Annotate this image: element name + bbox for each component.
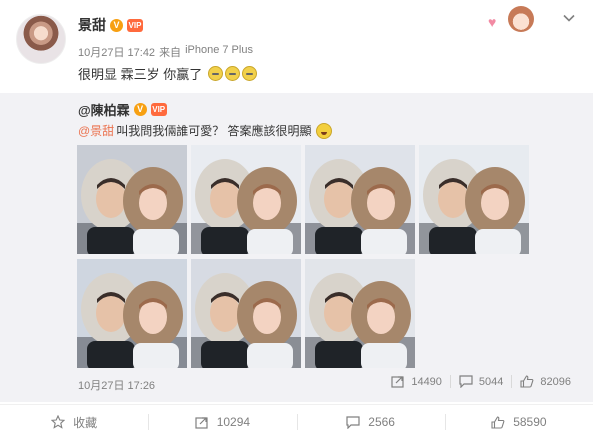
verified-icon[interactable]: V (133, 103, 147, 116)
repost-count: 10294 (216, 415, 251, 429)
repost-comment-count: 5044 (478, 375, 504, 388)
photo-thumbnail[interactable] (305, 145, 415, 254)
repost-button[interactable]: 10294 (148, 405, 296, 439)
laughing-emoji-icon (315, 122, 332, 139)
comment-icon (346, 415, 360, 429)
repost-author-row: @陳柏霖 V VIP (78, 100, 167, 119)
post-text: 很明显 霖三岁 你赢了 (78, 67, 203, 82)
post-meta: 10月27日 17:42 来自 iPhone 7 Plus (78, 44, 253, 60)
emoji-icon (225, 66, 241, 81)
photo-thumbnail[interactable] (419, 145, 529, 254)
like-count: 58590 (513, 415, 547, 429)
repost-actions: 14490 5044 82096 (383, 375, 579, 388)
comment-button[interactable]: 2566 (296, 405, 445, 439)
card-decoration: ♥ (486, 6, 538, 34)
star-icon (51, 415, 66, 429)
comment-count: 2566 (368, 415, 395, 429)
author-row: 景甜 V VIP (78, 15, 143, 35)
post-content: 很明显 霖三岁 你赢了 (78, 64, 258, 83)
repost-forward-action[interactable]: 14490 (383, 375, 450, 388)
photo-thumbnail[interactable] (77, 145, 187, 254)
heart-icon: ♥ (488, 14, 497, 30)
action-bar: 收藏 10294 2566 58590 (0, 404, 593, 439)
photo-thumbnail[interactable] (305, 259, 415, 368)
photo-thumbnail[interactable] (191, 259, 301, 368)
source-prefix: 来自 (159, 47, 182, 59)
repost-box: @陳柏霖 V VIP @景甜 叫我問我倆誰可愛？ 答案應該很明顯 10月27日 … (0, 93, 593, 402)
verified-icon[interactable]: V (110, 18, 123, 32)
like-button[interactable]: 58590 (444, 405, 593, 439)
repost-icon (195, 416, 208, 429)
repost-like-action[interactable]: 82096 (511, 375, 579, 388)
emoji-icon (242, 66, 258, 81)
mention-link[interactable]: @景甜 (78, 122, 114, 139)
repost-content: @景甜 叫我問我倆誰可愛？ 答案應該很明顯 (78, 122, 332, 139)
repost-forward-count: 14490 (411, 375, 442, 388)
repost-time[interactable]: 10月27日 17:26 (78, 377, 155, 393)
chevron-down-icon[interactable] (561, 10, 577, 26)
photo-thumbnail[interactable] (77, 259, 187, 368)
photo-thumbnail[interactable] (191, 145, 301, 254)
post-date[interactable]: 10月27日 17:42 (78, 44, 155, 60)
repost-text: 叫我問我倆誰可愛？ 答案應該很明顯 (116, 124, 312, 138)
repost-like-count: 82096 (540, 375, 571, 388)
author-name[interactable]: 景甜 (78, 15, 106, 35)
avatar[interactable] (16, 14, 66, 64)
like-icon (520, 375, 534, 388)
repost-author-name[interactable]: @陳柏霖 (78, 100, 130, 119)
like-icon (491, 415, 505, 429)
decoration-avatar (508, 6, 534, 32)
comment-icon (459, 375, 473, 388)
emoji-icon (208, 66, 224, 81)
post-device[interactable]: iPhone 7 Plus (185, 44, 253, 60)
favorite-button[interactable]: 收藏 (0, 405, 148, 439)
repost-comment-action[interactable]: 5044 (449, 375, 511, 388)
member-icon[interactable]: VIP (127, 18, 143, 32)
member-icon[interactable]: VIP (150, 103, 167, 116)
weibo-post-card: 景甜 V VIP 10月27日 17:42 来自 iPhone 7 Plus 很… (0, 0, 593, 439)
emoji-group (208, 66, 258, 81)
repost-icon (391, 376, 404, 388)
favorite-label: 收藏 (73, 415, 98, 430)
